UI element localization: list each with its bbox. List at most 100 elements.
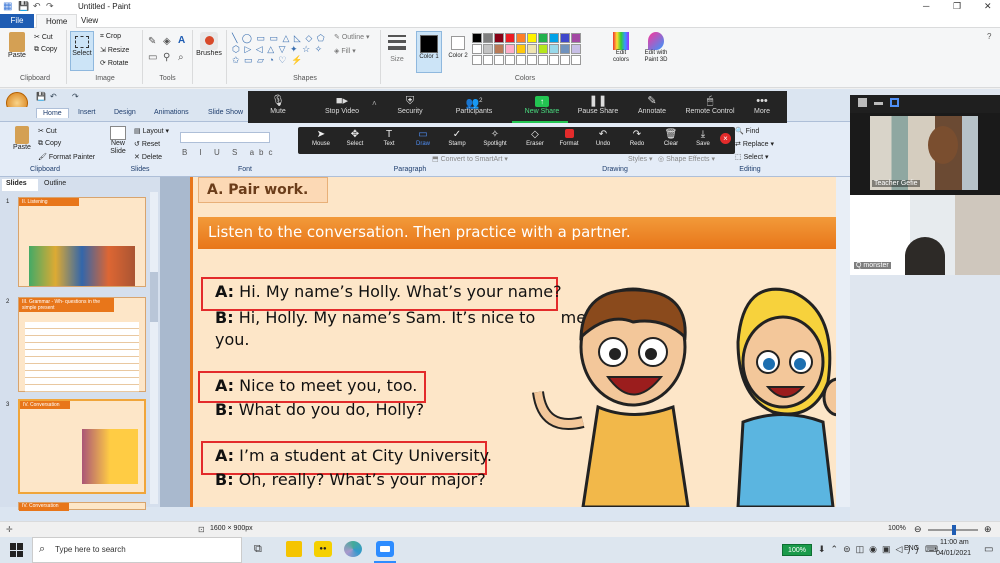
edit-colors-button[interactable]: Edit colors xyxy=(608,32,634,64)
undo-icon[interactable]: ↶ xyxy=(33,1,41,12)
reset-button[interactable]: ↺ Reset xyxy=(134,140,160,148)
color2-button[interactable]: Color 2 xyxy=(446,31,470,60)
slide-thumbnail[interactable]: II. Listening xyxy=(18,197,146,287)
zoom-slider[interactable] xyxy=(928,525,978,535)
anno-format-button[interactable]: Format xyxy=(552,129,586,147)
security-button[interactable]: ⛨ Security xyxy=(380,94,440,115)
magnifier-icon[interactable]: ⌕ xyxy=(178,52,184,63)
new-share-button[interactable]: ↑ New Share xyxy=(512,94,572,115)
sticky-notes-icon[interactable] xyxy=(286,541,302,557)
color-palette[interactable] xyxy=(472,33,608,69)
tab-home[interactable]: Home xyxy=(36,108,69,118)
layout-button[interactable]: ▤ Layout ▾ xyxy=(134,127,169,135)
tab-animations[interactable]: Animations xyxy=(148,108,195,117)
taskbar-search-box[interactable]: ⌕ Type here to search xyxy=(32,537,242,563)
zoom-taskbar-icon[interactable] xyxy=(376,541,394,557)
anno-select-button[interactable]: ✥ Select xyxy=(338,129,372,147)
ppt-copy-button[interactable]: ⧉ Copy xyxy=(38,140,61,148)
windows-start-icon[interactable] xyxy=(10,543,24,557)
select-button[interactable]: Select xyxy=(70,31,94,71)
anno-spotlight-button[interactable]: ✧ Spotlight xyxy=(474,129,516,147)
anno-eraser-button[interactable]: ◇ Eraser xyxy=(518,129,552,147)
new-slide-button[interactable]: New Slide xyxy=(104,126,132,156)
clock-date[interactable]: 04/01/2021 xyxy=(936,550,971,557)
notifications-icon[interactable]: ▭ xyxy=(984,544,993,555)
resize-button[interactable]: ⇲ Resize xyxy=(100,46,129,54)
participants-button[interactable]: 👥2 Participants xyxy=(444,94,504,115)
slide-thumbnail[interactable]: IV. Conversation xyxy=(18,502,146,511)
chevron-up-icon[interactable]: ˄ xyxy=(372,99,377,108)
color-picker-icon[interactable]: ⚲ xyxy=(163,52,170,63)
paint-taskbar-icon[interactable] xyxy=(344,541,362,557)
crop-button[interactable]: ⌗ Crop xyxy=(100,33,121,41)
anno-save-button[interactable]: ⤓ Save xyxy=(686,129,720,147)
shapes-gallery[interactable]: ╲ ◯ ▭ ▭ △ ◺ ◇ ⬠ ⬡ ▷ ◁ △ ▽ ✦ ☆ ✧ ✩ ▭ ▱ ◔ ♡ … xyxy=(232,33,327,69)
zoom-out-button[interactable]: ⊖ xyxy=(914,524,922,535)
ppt-cut-button[interactable]: ✂ Cut xyxy=(38,127,57,135)
tab-slides[interactable]: Slides xyxy=(2,179,38,191)
close-annotation-icon[interactable]: × xyxy=(720,133,731,144)
slide-scrollbar[interactable] xyxy=(836,177,850,507)
ppt-paste-button[interactable]: Paste xyxy=(10,126,34,151)
anno-undo-button[interactable]: ↶ Undo xyxy=(586,129,620,147)
slide-thumbnail-selected[interactable]: IV. Conversation xyxy=(18,399,146,494)
convert-smartart-button[interactable]: ⬒ Convert to SmartArt ▾ xyxy=(432,155,508,163)
rotate-button[interactable]: ⟳ Rotate xyxy=(100,59,128,67)
remote-control-button[interactable]: 🖱 Remote Control xyxy=(678,94,742,115)
redo-icon[interactable]: ↷ xyxy=(72,92,79,101)
pause-share-button[interactable]: ❚❚ Pause Share xyxy=(568,94,628,115)
input-language[interactable]: ENG xyxy=(904,545,919,552)
tab-outline[interactable]: Outline xyxy=(40,179,70,188)
font-name-box[interactable] xyxy=(180,132,270,143)
undo-icon[interactable]: ↶ xyxy=(50,92,57,101)
copy-button[interactable]: ⧉ Copy xyxy=(34,46,57,54)
clock-time[interactable]: 11:00 am xyxy=(940,539,969,546)
collapse-icon[interactable] xyxy=(874,102,883,105)
help-icon[interactable]: ? xyxy=(987,32,991,41)
paste-button[interactable]: Paste xyxy=(4,32,30,59)
annotate-button[interactable]: ✎ Annotate xyxy=(622,94,682,115)
anno-draw-button[interactable]: ▭ Draw xyxy=(406,129,440,147)
zoom-in-button[interactable]: ⊕ xyxy=(984,524,992,535)
participant-video[interactable]: Teacher Gefie xyxy=(870,116,978,190)
stop-video-button[interactable]: ■▸ Stop Video xyxy=(312,94,372,115)
pencil-icon[interactable]: ✎ xyxy=(148,36,156,47)
shape-effects-button[interactable]: ◎ Shape Effects ▾ xyxy=(658,155,715,163)
eraser-icon[interactable]: ▭ xyxy=(148,52,157,63)
tab-slide-show[interactable]: Slide Show xyxy=(202,108,249,117)
participant-video[interactable]: Q monster xyxy=(850,195,1000,275)
font-format-buttons[interactable]: B I U S abc xyxy=(182,148,277,157)
close-icon[interactable]: ✕ xyxy=(984,1,992,12)
slide-canvas[interactable]: A. Pair work. Listen to the conversation… xyxy=(190,177,853,507)
mute-button[interactable]: 🎙 Mute xyxy=(248,94,308,115)
anno-clear-button[interactable]: 🗑 Clear xyxy=(654,129,688,147)
brushes-button[interactable]: Brushes xyxy=(196,32,222,57)
cut-button[interactable]: ✂ Cut xyxy=(34,33,53,41)
battery-indicator[interactable]: 100% xyxy=(782,544,812,556)
tab-view[interactable]: View xyxy=(72,14,107,28)
panel-scrollbar[interactable] xyxy=(150,192,158,504)
find-button[interactable]: 🔍 Find xyxy=(735,127,759,135)
ppt-select-button[interactable]: ⬚ Select ▾ xyxy=(735,153,769,161)
fill-dropdown[interactable]: ◈ Fill ▾ xyxy=(334,47,356,55)
tab-file[interactable]: File xyxy=(0,14,34,28)
anno-redo-button[interactable]: ↷ Redo xyxy=(620,129,654,147)
fill-icon[interactable]: ◈ xyxy=(163,36,171,47)
format-painter-button[interactable]: 🖌 Format Painter xyxy=(38,153,95,161)
color1-button[interactable]: Color 1 xyxy=(416,31,442,73)
size-button[interactable]: Size xyxy=(386,32,408,63)
delete-slide-button[interactable]: ✕ Delete xyxy=(134,153,162,161)
styles-button[interactable]: Styles ▾ xyxy=(628,155,653,163)
anno-stamp-button[interactable]: ✓ Stamp xyxy=(440,129,474,147)
slide-thumbnail[interactable]: III. Grammar - Wh- questions in the simp… xyxy=(18,297,146,392)
tab-insert[interactable]: Insert xyxy=(72,108,102,117)
save-icon[interactable]: 💾 xyxy=(36,92,46,101)
save-icon[interactable]: 💾 xyxy=(18,1,29,12)
anno-mouse-button[interactable]: ➤ Mouse xyxy=(304,129,338,147)
replace-button[interactable]: ⇄ Replace ▾ xyxy=(735,140,774,148)
view-icon[interactable] xyxy=(890,98,899,107)
anno-text-button[interactable]: T Text xyxy=(372,129,406,147)
maximize-icon[interactable]: ❐ xyxy=(953,1,961,12)
outline-dropdown[interactable]: ✎ Outline ▾ xyxy=(334,33,369,41)
text-icon[interactable]: A xyxy=(178,35,185,46)
